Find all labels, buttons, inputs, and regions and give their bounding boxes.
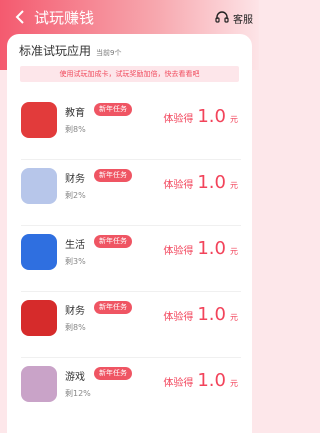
new-year-task-badge: 新年任务 [94, 169, 132, 182]
new-year-task-badge: 新年任务 [94, 301, 132, 314]
remaining-percent: 剩12% [65, 389, 91, 398]
reward-unit: 元 [230, 379, 238, 388]
new-year-task-badge: 新年任务 [94, 367, 132, 380]
new-year-task-badge: 新年任务 [94, 235, 132, 248]
app-icon[interactable] [21, 366, 57, 402]
app-category: 生活 [65, 240, 85, 251]
new-year-task-badge: 新年任务 [94, 103, 132, 116]
reward-prefix: 体验得 [163, 246, 194, 257]
app-category: 财务 [65, 306, 85, 317]
reward-amount: 1.0 [197, 172, 226, 193]
app-icon[interactable] [21, 102, 57, 138]
app-icon[interactable] [21, 234, 57, 270]
app-list-card: 标准试玩应用 当前9个 使用试玩加成卡，试玩奖励加倍，快去看看吧 教育 新年任务 剩8… [7, 34, 252, 433]
reward-prefix: 体验得 [163, 312, 194, 323]
reward-prefix: 体验得 [163, 114, 194, 125]
boost-card-notice[interactable]: 使用试玩加成卡，试玩奖励加倍，快去看看吧 [20, 66, 239, 82]
reward-amount: 1.0 [197, 370, 226, 391]
app-list-item[interactable]: 财务 新年任务 剩8% 体验得 1.0 元 [7, 292, 252, 358]
app-category: 游戏 [65, 372, 85, 383]
reward-unit: 元 [230, 247, 238, 256]
customer-service-button[interactable]: 客服 [214, 8, 253, 28]
app-list-item[interactable]: 生活 新年任务 剩3% 体验得 1.0 元 [7, 226, 252, 292]
remaining-percent: 剩3% [65, 257, 86, 266]
reward-unit: 元 [230, 313, 238, 322]
page-title: 试玩赚钱 [34, 9, 95, 27]
reward-amount: 1.0 [197, 304, 226, 325]
reward-info: 体验得 1.0 元 [163, 172, 238, 193]
headset-icon [214, 10, 230, 26]
app-list-item[interactable]: 游戏 新年任务 剩12% 体验得 1.0 元 [7, 358, 252, 424]
reward-prefix: 体验得 [163, 378, 194, 389]
reward-amount: 1.0 [197, 238, 226, 259]
reward-info: 体验得 1.0 元 [163, 238, 238, 259]
section-title: 标准试玩应用 当前9个 [19, 42, 121, 59]
app-list-item[interactable]: 财务 新年任务 剩2% 体验得 1.0 元 [7, 160, 252, 226]
customer-service-label: 客服 [233, 14, 253, 26]
remaining-percent: 剩8% [65, 323, 86, 332]
app-category: 财务 [65, 174, 85, 185]
app-count: 当前9个 [96, 49, 122, 57]
app-icon[interactable] [21, 168, 57, 204]
section-title-text: 标准试玩应用 [19, 44, 92, 58]
reward-info: 体验得 1.0 元 [163, 370, 238, 391]
reward-prefix: 体验得 [163, 180, 194, 191]
remaining-percent: 剩2% [65, 191, 86, 200]
reward-info: 体验得 1.0 元 [163, 304, 238, 325]
remaining-percent: 剩8% [65, 125, 86, 134]
back-icon[interactable] [10, 6, 32, 28]
reward-amount: 1.0 [197, 106, 226, 127]
app-category: 教育 [65, 108, 85, 119]
reward-info: 体验得 1.0 元 [163, 106, 238, 127]
app-icon[interactable] [21, 300, 57, 336]
app-list-item[interactable]: 教育 新年任务 剩8% 体验得 1.0 元 [7, 94, 252, 160]
reward-unit: 元 [230, 115, 238, 124]
reward-unit: 元 [230, 181, 238, 190]
